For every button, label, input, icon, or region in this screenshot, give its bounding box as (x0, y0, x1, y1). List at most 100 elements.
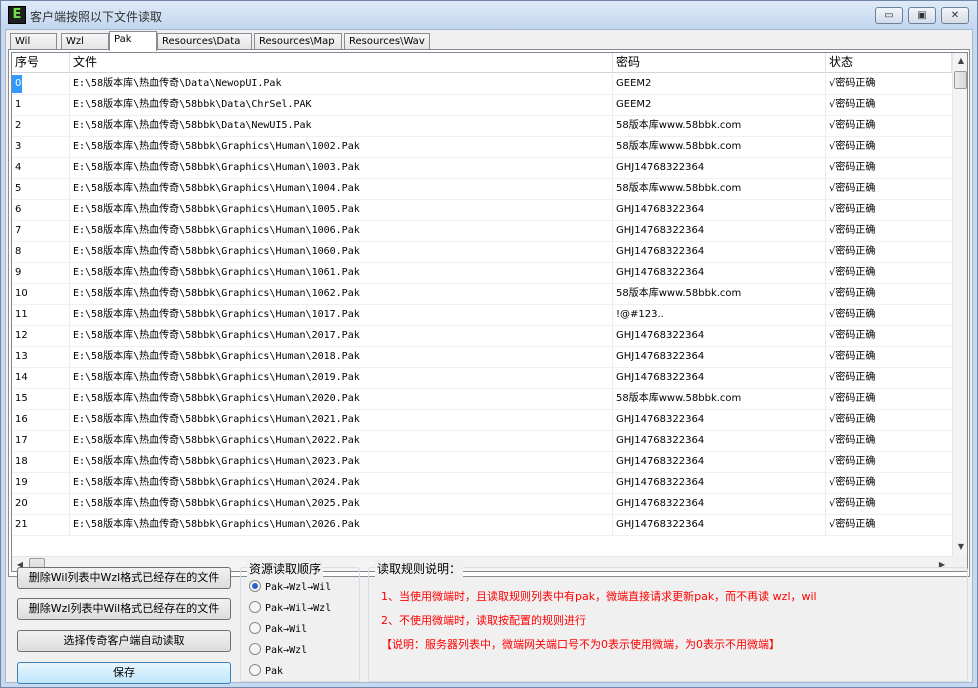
vertical-scrollbar[interactable]: ▲ ▼ (952, 53, 967, 556)
read-order-option[interactable]: Pak (249, 664, 283, 680)
row-status: √密码正确 (829, 435, 876, 446)
row-status: √密码正确 (829, 414, 876, 425)
tab-resources-data[interactable]: Resources\Data (157, 33, 252, 50)
column-header-index[interactable]: 序号 (12, 53, 70, 73)
table-row[interactable]: 16 E:\58版本库\热血传奇\58bbk\Graphics\Human\202… (12, 410, 952, 431)
read-order-option-label: Pak→Wil→Wzl (265, 603, 332, 614)
column-separator (825, 494, 826, 514)
column-separator (69, 74, 70, 94)
column-separator (825, 116, 826, 136)
row-file: E:\58版本库\热血传奇\58bbk\Graphics\Human\1003.… (73, 162, 360, 173)
column-separator (612, 200, 613, 220)
column-separator (69, 137, 70, 157)
radio-unchecked-icon[interactable] (249, 601, 261, 613)
row-file: E:\58版本库\热血传奇\58bbk\Graphics\Human\2017.… (73, 330, 360, 341)
row-file: E:\58版本库\热血传奇\58bbk\Graphics\Human\1060.… (73, 246, 360, 257)
table-row[interactable]: 8 E:\58版本库\热血传奇\58bbk\Graphics\Human\1060… (12, 242, 952, 263)
table-row[interactable]: 17 E:\58版本库\热血传奇\58bbk\Graphics\Human\202… (12, 431, 952, 452)
row-password: GHJ14768322364 (616, 330, 705, 341)
tab-wzl[interactable]: Wzl (61, 33, 109, 50)
table-row[interactable]: 6 E:\58版本库\热血传奇\58bbk\Graphics\Human\1005… (12, 200, 952, 221)
list-header: 序号 文件 密码 状态 (12, 53, 952, 73)
row-index: 10 (15, 288, 28, 299)
file-list[interactable]: 序号 文件 密码 状态 0 E:\58版本库\热血传奇\Data\NewopUI.… (11, 52, 968, 572)
row-password: GHJ14768322364 (616, 498, 705, 509)
column-separator (69, 284, 70, 304)
row-password: GEEM2 (616, 78, 652, 89)
title-bar[interactable]: E 客户端按照以下文件读取 ▭ ▣ ✕ (1, 1, 977, 29)
read-order-option[interactable]: Pak→Wzl→Wil (249, 580, 331, 596)
rule-line-3: 【说明：服务器列表中，微端网关端口号不为0表示使用微端，为0表示不用微端】 (381, 638, 780, 651)
row-status: √密码正确 (829, 204, 876, 215)
read-order-option[interactable]: Pak→Wil→Wzl (249, 601, 331, 617)
column-separator (69, 389, 70, 409)
table-row[interactable]: 12 E:\58版本库\热血传奇\58bbk\Graphics\Human\201… (12, 326, 952, 347)
row-file: E:\58版本库\热血传奇\58bbk\Data\ChrSel.PAK (73, 99, 312, 110)
table-row[interactable]: 5 E:\58版本库\热血传奇\58bbk\Graphics\Human\1004… (12, 179, 952, 200)
tab-resources-wav[interactable]: Resources\Wav (344, 33, 430, 50)
tab-resources-map[interactable]: Resources\Map (254, 33, 342, 50)
minimize-button[interactable]: ▭ (875, 7, 903, 24)
read-order-option[interactable]: Pak→Wzl (249, 643, 307, 659)
column-separator (825, 347, 826, 367)
row-file: E:\58版本库\热血传奇\58bbk\Data\NewUI5.Pak (73, 120, 312, 131)
column-separator (825, 284, 826, 304)
table-row[interactable]: 10 E:\58版本库\热血传奇\58bbk\Graphics\Human\106… (12, 284, 952, 305)
radio-unchecked-icon[interactable] (249, 664, 261, 676)
column-separator (612, 368, 613, 388)
table-row[interactable]: 7 E:\58版本库\热血传奇\58bbk\Graphics\Human\1006… (12, 221, 952, 242)
column-separator (612, 242, 613, 262)
column-header-password[interactable]: 密码 (613, 53, 826, 73)
delete-wil-in-wzl-button[interactable]: 删除Wzl列表中Wil格式已经存在的文件 (17, 598, 231, 620)
radio-unchecked-icon[interactable] (249, 622, 261, 634)
column-separator (612, 95, 613, 115)
table-row[interactable]: 21 E:\58版本库\热血传奇\58bbk\Graphics\Human\202… (12, 515, 952, 536)
table-row[interactable]: 15 E:\58版本库\热血传奇\58bbk\Graphics\Human\202… (12, 389, 952, 410)
row-index: 15 (15, 393, 28, 404)
row-password: 58版本库www.58bbk.com (616, 288, 742, 299)
read-order-option-label: Pak→Wzl (265, 645, 308, 656)
column-separator (612, 158, 613, 178)
auto-read-client-button[interactable]: 选择传奇客户端自动读取 (17, 630, 231, 652)
row-index: 1 (15, 99, 22, 110)
row-password: GHJ14768322364 (616, 225, 705, 236)
save-button[interactable]: 保存 (17, 662, 231, 684)
column-header-status[interactable]: 状态 (826, 53, 952, 73)
radio-checked-icon[interactable] (249, 580, 261, 592)
vertical-scroll-thumb[interactable] (954, 71, 967, 89)
scroll-down-icon[interactable]: ▼ (953, 539, 967, 555)
table-row[interactable]: 9 E:\58版本库\热血传奇\58bbk\Graphics\Human\1061… (12, 263, 952, 284)
maximize-button[interactable]: ▣ (908, 7, 936, 24)
table-row[interactable]: 19 E:\58版本库\热血传奇\58bbk\Graphics\Human\202… (12, 473, 952, 494)
column-separator (612, 452, 613, 472)
row-file: E:\58版本库\热血传奇\58bbk\Graphics\Human\2026.… (73, 519, 360, 530)
radio-unchecked-icon[interactable] (249, 643, 261, 655)
scroll-up-icon[interactable]: ▲ (953, 53, 967, 69)
column-separator (825, 452, 826, 472)
column-separator (69, 305, 70, 325)
read-order-option[interactable]: Pak→Wil (249, 622, 307, 638)
delete-wzl-in-wil-button[interactable]: 删除Wil列表中Wzl格式已经存在的文件 (17, 567, 231, 589)
table-row[interactable]: 14 E:\58版本库\热血传奇\58bbk\Graphics\Human\201… (12, 368, 952, 389)
table-row[interactable]: 4 E:\58版本库\热血传奇\58bbk\Graphics\Human\1003… (12, 158, 952, 179)
table-row[interactable]: 3 E:\58版本库\热血传奇\58bbk\Graphics\Human\1002… (12, 137, 952, 158)
column-separator (612, 494, 613, 514)
row-status: √密码正确 (829, 141, 876, 152)
column-separator (825, 515, 826, 535)
table-row[interactable]: 0 E:\58版本库\热血传奇\Data\NewopUI.Pak GEEM2 √密码正… (12, 74, 952, 95)
table-row[interactable]: 18 E:\58版本库\热血传奇\58bbk\Graphics\Human\202… (12, 452, 952, 473)
row-password: GHJ14768322364 (616, 435, 705, 446)
read-order-group: 资源读取顺序 Pak→Wzl→Wil Pak→Wil→Wzl Pak→Wil Pak→… (240, 560, 360, 682)
close-button[interactable]: ✕ (941, 7, 969, 24)
row-index: 13 (15, 351, 28, 362)
column-header-file[interactable]: 文件 (70, 53, 613, 73)
tab-pak[interactable]: Pak (109, 31, 157, 51)
table-row[interactable]: 2 E:\58版本库\热血传奇\58bbk\Data\NewUI5.Pak 58版本… (12, 116, 952, 137)
row-index: 3 (15, 141, 22, 152)
row-index: 18 (15, 456, 28, 467)
table-row[interactable]: 1 E:\58版本库\热血传奇\58bbk\Data\ChrSel.PAK GEEM… (12, 95, 952, 116)
table-row[interactable]: 11 E:\58版本库\热血传奇\58bbk\Graphics\Human\101… (12, 305, 952, 326)
table-row[interactable]: 13 E:\58版本库\热血传奇\58bbk\Graphics\Human\201… (12, 347, 952, 368)
table-row[interactable]: 20 E:\58版本库\热血传奇\58bbk\Graphics\Human\202… (12, 494, 952, 515)
tab-wil[interactable]: Wil (10, 33, 57, 50)
